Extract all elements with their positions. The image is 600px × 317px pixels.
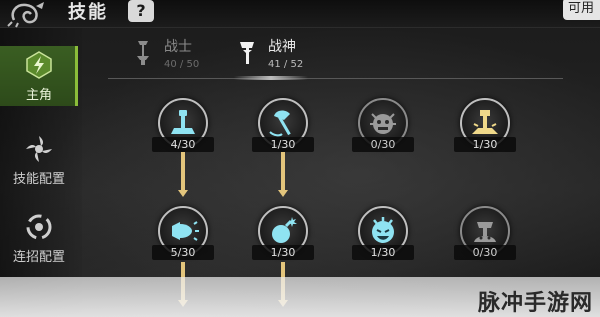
tabs-divider bbox=[108, 78, 563, 79]
skill-screen: 技能 ? 可用 主角 技能配置 连招配置 战士 40 / 50 战神 41 / … bbox=[0, 0, 600, 317]
tab-war-god[interactable]: 战神 41 / 52 bbox=[238, 34, 328, 74]
dragon-emblem-icon bbox=[7, 2, 44, 28]
skill-node-demon-face[interactable]: 0/30 bbox=[352, 98, 414, 158]
skill-node-hammer-strike[interactable]: 4/30 bbox=[152, 98, 214, 158]
skill-level: 1/30 bbox=[454, 137, 516, 152]
active-tab-indicator bbox=[234, 76, 308, 80]
mask-icon bbox=[372, 217, 394, 243]
skill-level: 1/30 bbox=[252, 245, 314, 260]
demon-face-icon bbox=[370, 113, 396, 134]
ground-smash-icon bbox=[472, 110, 498, 134]
tab-warrior-points: 40 / 50 bbox=[164, 59, 200, 70]
skill-level: 0/30 bbox=[352, 137, 414, 152]
watermark-text: 脉冲手游网 bbox=[478, 291, 594, 316]
sidebar-item-protagonist[interactable]: 主角 bbox=[0, 46, 78, 106]
shuriken-icon bbox=[26, 136, 52, 162]
axe-swing-icon bbox=[269, 110, 291, 137]
skill-level: 1/30 bbox=[352, 245, 414, 260]
skill-node-mask[interactable]: 1/30 bbox=[352, 206, 414, 266]
sidebar-item-label: 连招配置 bbox=[12, 250, 65, 265]
skill-node-axe-swing[interactable]: 1/30 bbox=[252, 98, 314, 158]
sidebar: 主角 技能配置 连招配置 bbox=[0, 28, 82, 317]
axe-icon bbox=[240, 42, 254, 64]
roar-icon bbox=[172, 221, 199, 241]
swirl-icon bbox=[26, 214, 52, 240]
rage-icon bbox=[474, 222, 496, 242]
sidebar-item-skill-config[interactable]: 技能配置 bbox=[0, 132, 78, 192]
skill-level: 0/30 bbox=[454, 245, 516, 260]
sidebar-item-combo-config[interactable]: 连招配置 bbox=[0, 210, 78, 270]
sidebar-item-label: 主角 bbox=[25, 88, 52, 103]
skill-connector-arrow bbox=[178, 152, 188, 198]
skill-level: 4/30 bbox=[152, 137, 214, 152]
skill-level: 5/30 bbox=[152, 245, 214, 260]
bomb-icon bbox=[272, 217, 297, 243]
tab-war-god-points: 41 / 52 bbox=[268, 59, 304, 70]
sword-icon bbox=[137, 41, 149, 65]
skill-node-rage[interactable]: 0/30 bbox=[454, 206, 516, 266]
tab-warrior[interactable]: 战士 40 / 50 bbox=[134, 34, 224, 74]
skill-node-ground-smash[interactable]: 1/30 bbox=[454, 98, 516, 158]
tab-war-god-name: 战神 bbox=[268, 39, 296, 55]
skill-node-roar[interactable]: 5/30 bbox=[152, 206, 214, 266]
help-button[interactable]: ? bbox=[128, 0, 154, 22]
lightning-icon bbox=[26, 51, 52, 79]
available-points-tag[interactable]: 可用 bbox=[563, 0, 600, 20]
sidebar-item-label: 技能配置 bbox=[12, 172, 65, 187]
skill-node-bomb[interactable]: 1/30 bbox=[252, 206, 314, 266]
tab-warrior-name: 战士 bbox=[164, 39, 192, 55]
top-bar: 技能 ? 可用 bbox=[0, 0, 600, 28]
hammer-strike-icon bbox=[171, 110, 195, 134]
skill-level: 1/30 bbox=[252, 137, 314, 152]
page-title: 技能 bbox=[68, 2, 108, 23]
skill-connector-arrow bbox=[278, 152, 288, 198]
